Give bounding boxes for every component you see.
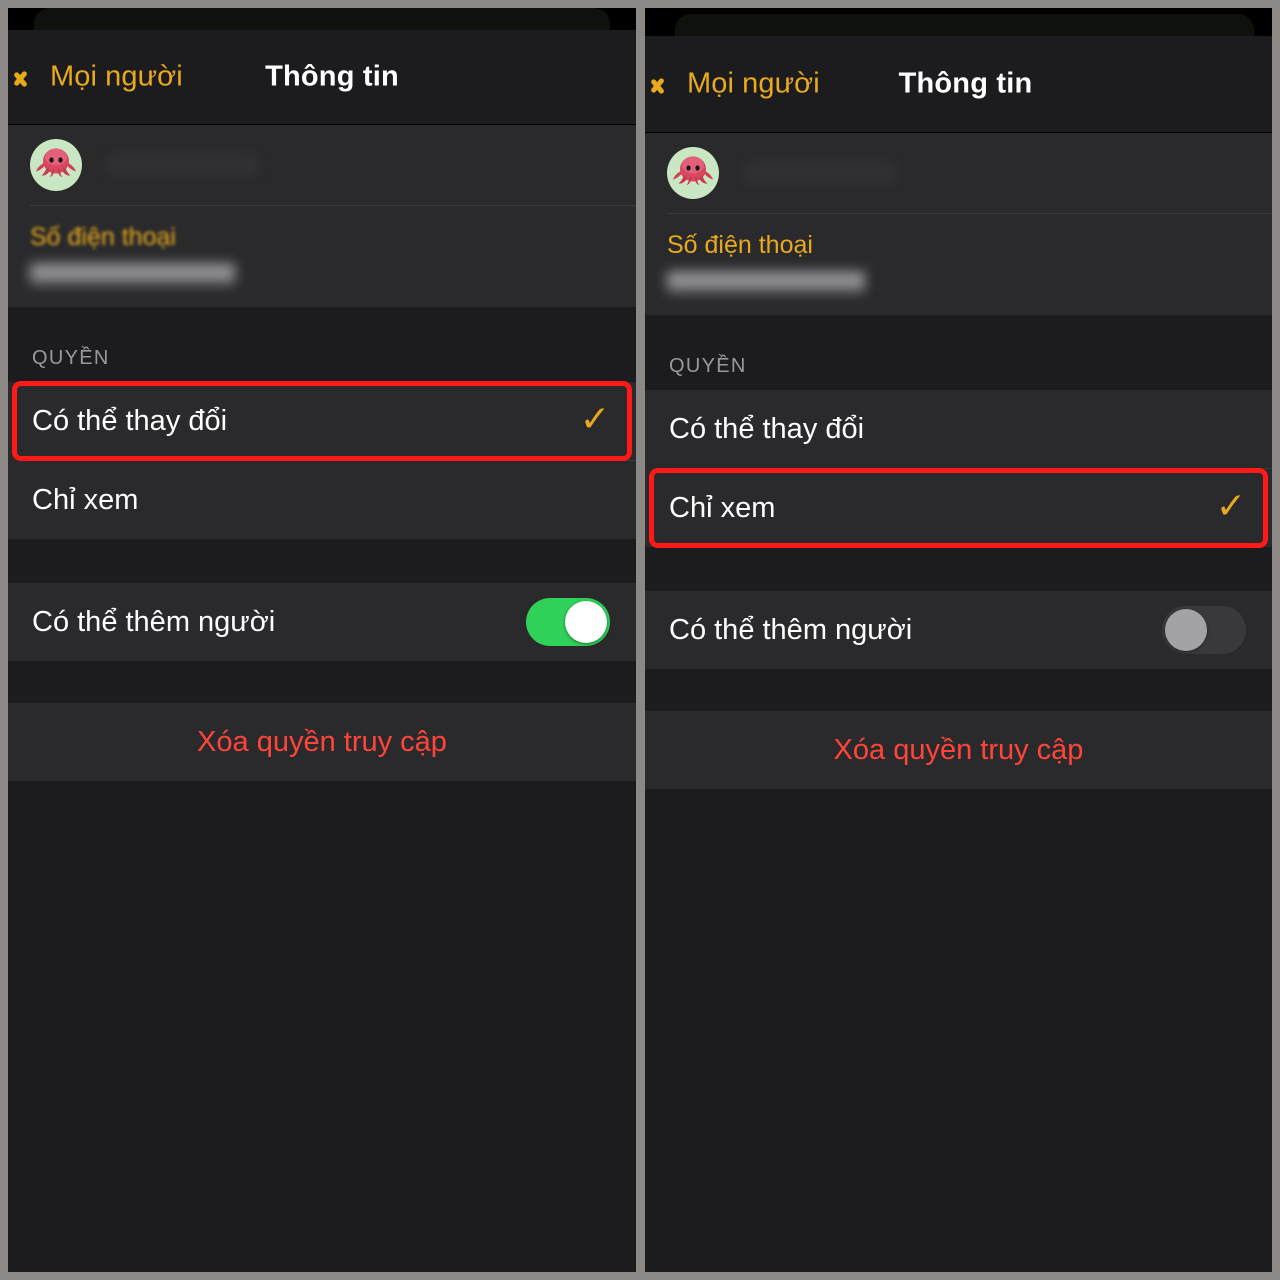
can-add-people-toggle[interactable] <box>1162 606 1246 654</box>
section-spacer <box>645 547 1272 591</box>
empty-area <box>645 789 1272 1272</box>
navigation-bar: Mọi người Thông tin <box>645 36 1272 133</box>
add-people-group: Có thể thêm người <box>645 591 1272 669</box>
section-spacer <box>8 661 636 703</box>
phone-label: Số điện thoại <box>667 231 813 259</box>
contact-identity-row[interactable] <box>645 133 1272 213</box>
permission-option-label: Có thể thay đổi <box>32 404 228 437</box>
phone-screenshot-right: Mọi người Thông tin Số điện thoại QUYỀN … <box>645 8 1272 1272</box>
can-add-people-label: Có thể thêm người <box>669 613 913 646</box>
can-add-people-row[interactable]: Có thể thêm người <box>645 591 1272 669</box>
permission-option-view-only[interactable]: Chỉ xem <box>8 461 636 539</box>
permission-option-label: Chỉ xem <box>32 483 139 516</box>
phone-value-redacted <box>667 271 865 293</box>
phone-screenshot-left: Mọi người Thông tin Số điện thoại QUYỀN … <box>8 8 636 1272</box>
can-add-people-label: Có thể thêm người <box>32 605 276 638</box>
permission-option-label: Có thể thay đổi <box>669 412 865 445</box>
contact-identity-row[interactable] <box>8 125 636 205</box>
contact-name-redacted <box>108 155 258 175</box>
add-people-group: Có thể thêm người <box>8 583 636 661</box>
toggle-knob <box>1165 609 1207 651</box>
section-spacer <box>645 669 1272 711</box>
checkmark-icon: ✓ <box>1215 485 1246 526</box>
remove-access-label: Xóa quyền truy cập <box>833 733 1084 766</box>
contact-name-redacted <box>745 163 895 183</box>
contact-card: Số điện thoại <box>8 125 636 307</box>
remove-access-button[interactable]: Xóa quyền truy cập <box>8 703 636 781</box>
permissions-group: Có thể thay đổi Chỉ xem ✓ <box>645 390 1272 548</box>
empty-area <box>8 781 636 1272</box>
toggle-knob <box>565 601 607 643</box>
remove-access-button[interactable]: Xóa quyền truy cập <box>645 711 1272 789</box>
octopus-avatar <box>667 147 719 199</box>
can-add-people-row[interactable]: Có thể thêm người <box>8 583 636 661</box>
permissions-group: Có thể thay đổi ✓ Chỉ xem <box>8 381 636 539</box>
phone-number-block[interactable]: Số điện thoại <box>645 214 1272 315</box>
page-title: Thông tin <box>898 67 1033 100</box>
permission-option-can-edit[interactable]: Có thể thay đổi ✓ <box>8 381 636 461</box>
screenshot-stage: Mọi người Thông tin Số điện thoại QUYỀN … <box>0 0 1280 1280</box>
phone-screen-right: Mọi người Thông tin Số điện thoại QUYỀN … <box>645 36 1272 1272</box>
contact-card: Số điện thoại <box>645 133 1272 315</box>
remove-access-label: Xóa quyền truy cập <box>197 725 447 758</box>
checkmark-icon: ✓ <box>579 398 610 439</box>
section-spacer <box>8 539 636 583</box>
permission-option-label: Chỉ xem <box>669 491 776 524</box>
octopus-avatar <box>30 139 82 191</box>
permission-option-view-only[interactable]: Chỉ xem ✓ <box>645 468 1272 548</box>
permissions-section-header: QUYỀN <box>645 315 1272 390</box>
page-title: Thông tin <box>265 60 399 93</box>
can-add-people-toggle[interactable] <box>526 598 610 646</box>
navigation-bar: Mọi người Thông tin <box>8 30 636 125</box>
permissions-section-header: QUYỀN <box>8 307 636 382</box>
phone-value-redacted <box>30 263 235 285</box>
phone-label: Số điện thoại <box>30 223 176 251</box>
permission-option-can-edit[interactable]: Có thể thay đổi <box>645 390 1272 468</box>
phone-screen-left: Mọi người Thông tin Số điện thoại QUYỀN … <box>8 30 636 1272</box>
phone-number-block[interactable]: Số điện thoại <box>8 206 636 307</box>
